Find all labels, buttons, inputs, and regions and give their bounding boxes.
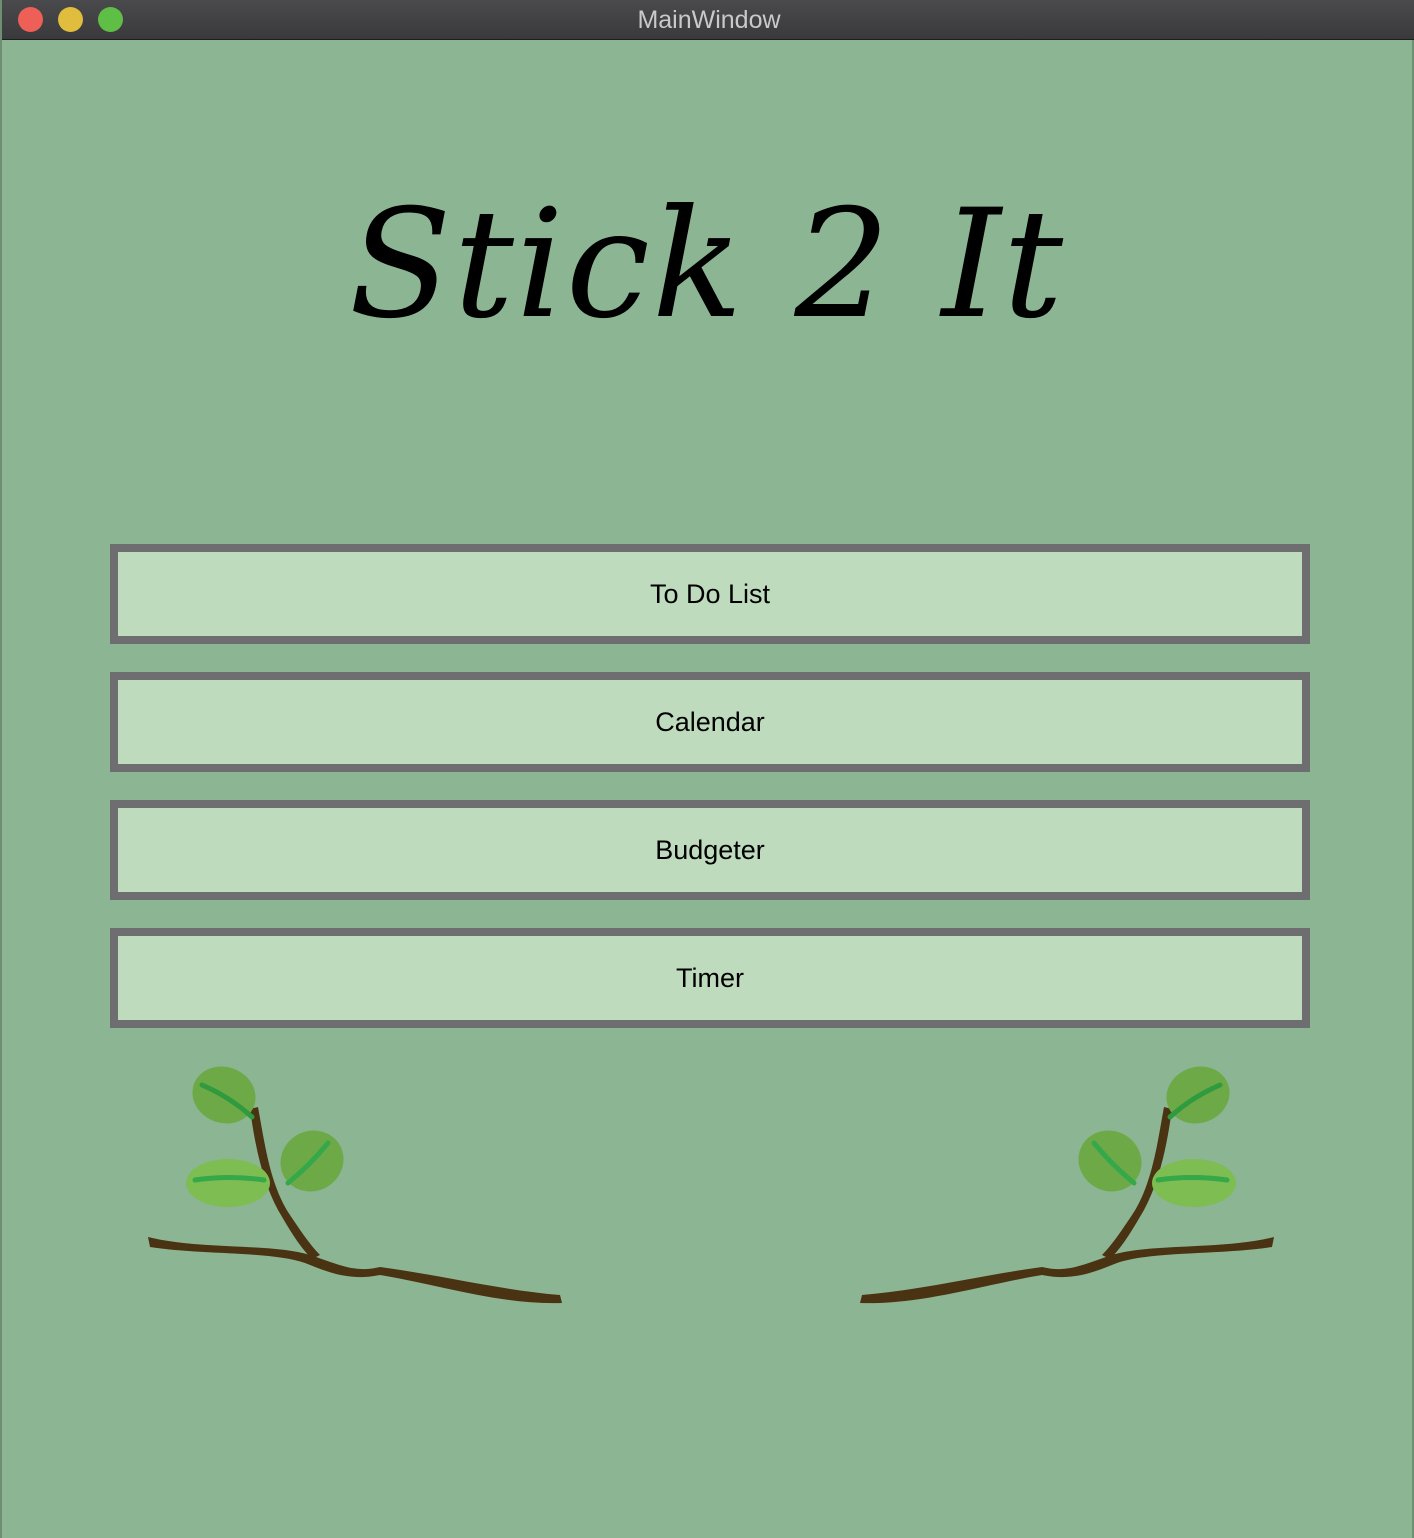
timer-button[interactable]: Timer (110, 928, 1310, 1028)
window-title: MainWindow (637, 6, 781, 34)
app-title: Stick 2 It (348, 178, 1066, 352)
main-window: MainWindow Stick 2 It To Do List Calenda… (0, 0, 1414, 1538)
branch-with-leaves-icon (148, 1066, 562, 1304)
budgeter-button[interactable]: Budgeter (110, 800, 1310, 900)
todo-list-button[interactable]: To Do List (110, 544, 1310, 644)
title-bar[interactable]: MainWindow (2, 0, 1414, 40)
branch-with-leaves-icon (860, 1066, 1274, 1304)
calendar-button[interactable]: Calendar (110, 672, 1310, 772)
